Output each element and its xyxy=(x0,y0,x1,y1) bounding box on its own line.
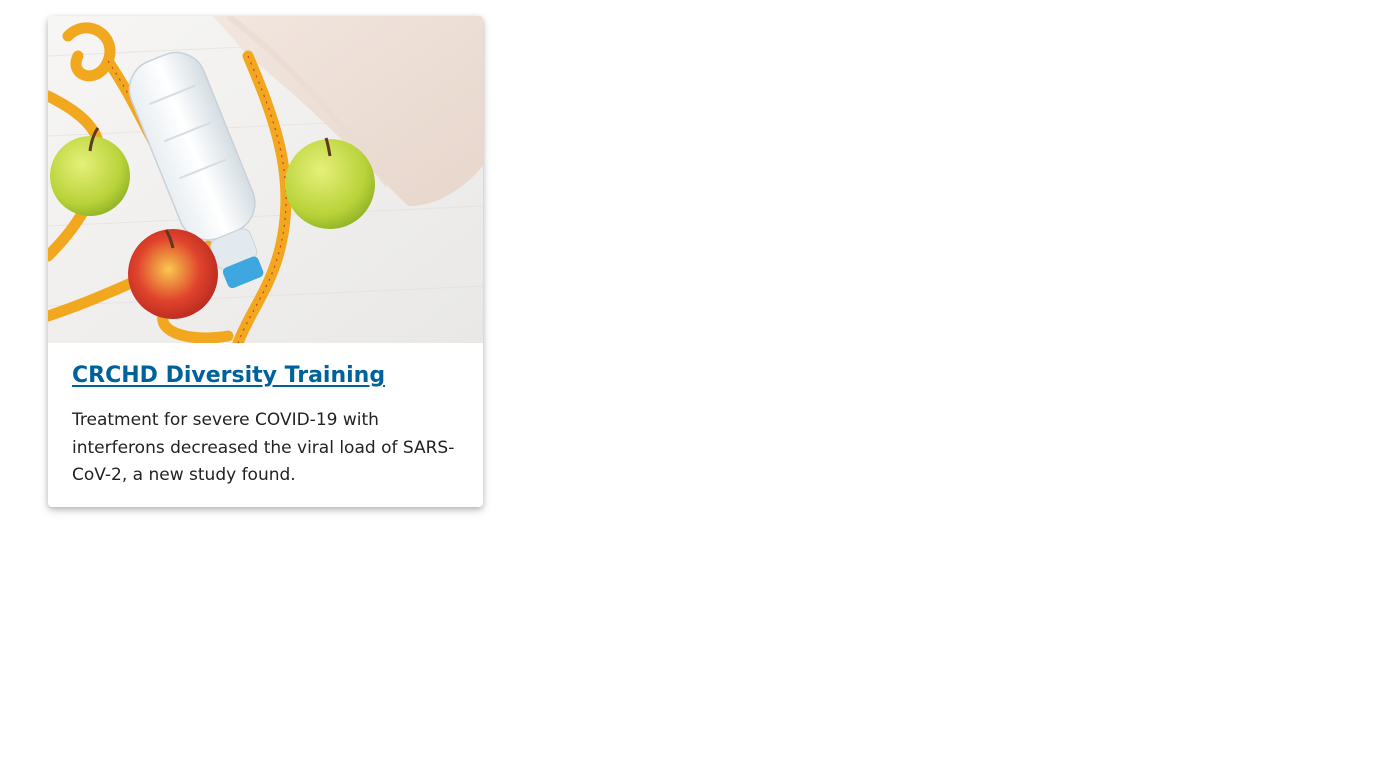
card-image[interactable] xyxy=(48,16,483,343)
card-body: CRCHD Diversity Training Treatment for s… xyxy=(48,343,483,507)
article-card: CRCHD Diversity Training Treatment for s… xyxy=(48,16,483,507)
card-summary: Treatment for severe COVID-19 with inter… xyxy=(72,410,455,485)
fitness-photo-illustration xyxy=(48,16,483,343)
card-title-link[interactable]: CRCHD Diversity Training xyxy=(72,361,385,391)
